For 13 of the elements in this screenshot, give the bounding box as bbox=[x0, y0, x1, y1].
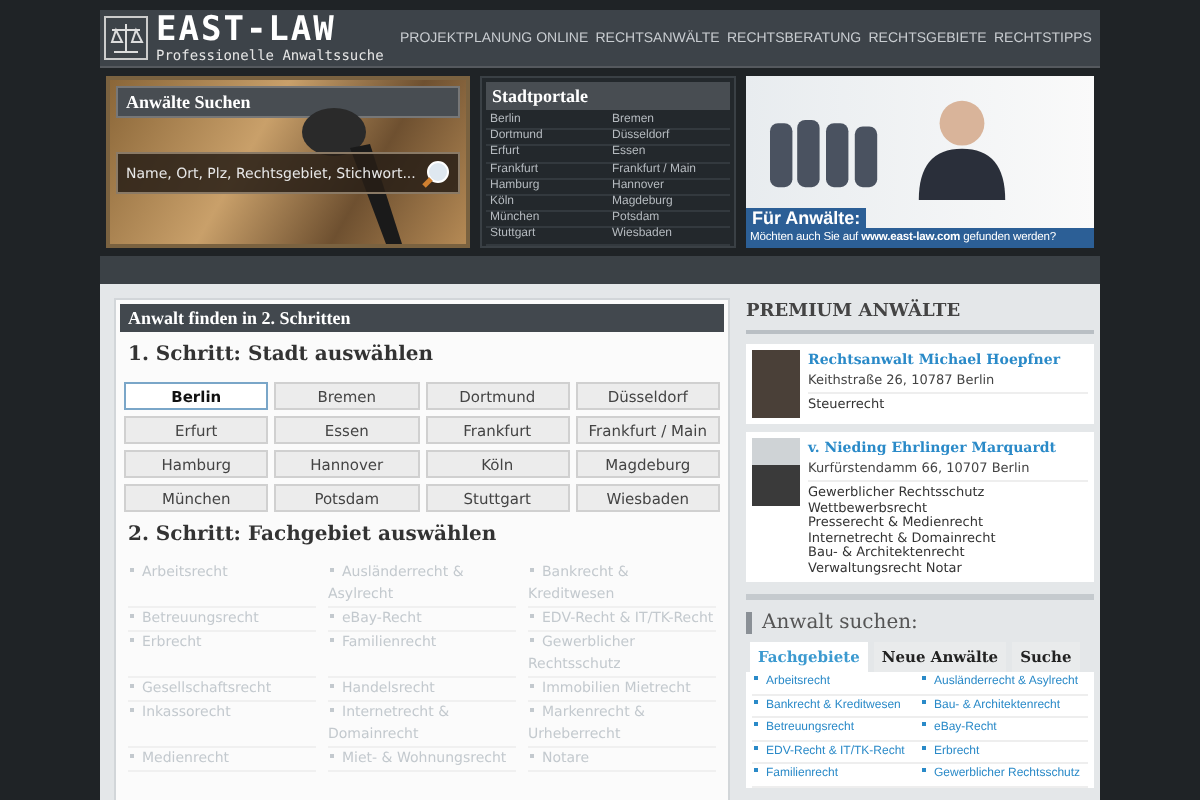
section-heading: PREMIUM ANWÄLTE bbox=[746, 298, 1094, 334]
panel-title: Anwalt finden in 2. Schritten bbox=[120, 304, 724, 332]
scales-icon bbox=[104, 16, 148, 60]
panel-title: Anwälte Suchen bbox=[116, 86, 460, 118]
step-heading: 2. Schritt: Fachgebiet auswählen bbox=[128, 524, 499, 546]
section-heading: Anwalt suchen: bbox=[746, 612, 1094, 634]
search-icon[interactable] bbox=[422, 159, 450, 187]
ad-heading: Für Anwälte: bbox=[746, 208, 867, 228]
panel-title: Stadtportale bbox=[486, 82, 730, 110]
logo-title[interactable]: EAST-LAW bbox=[156, 13, 384, 47]
step-heading: 1. Schritt: Stadt auswählen bbox=[128, 344, 436, 366]
photo-placeholder bbox=[752, 350, 800, 418]
photo-placeholder bbox=[752, 438, 800, 506]
